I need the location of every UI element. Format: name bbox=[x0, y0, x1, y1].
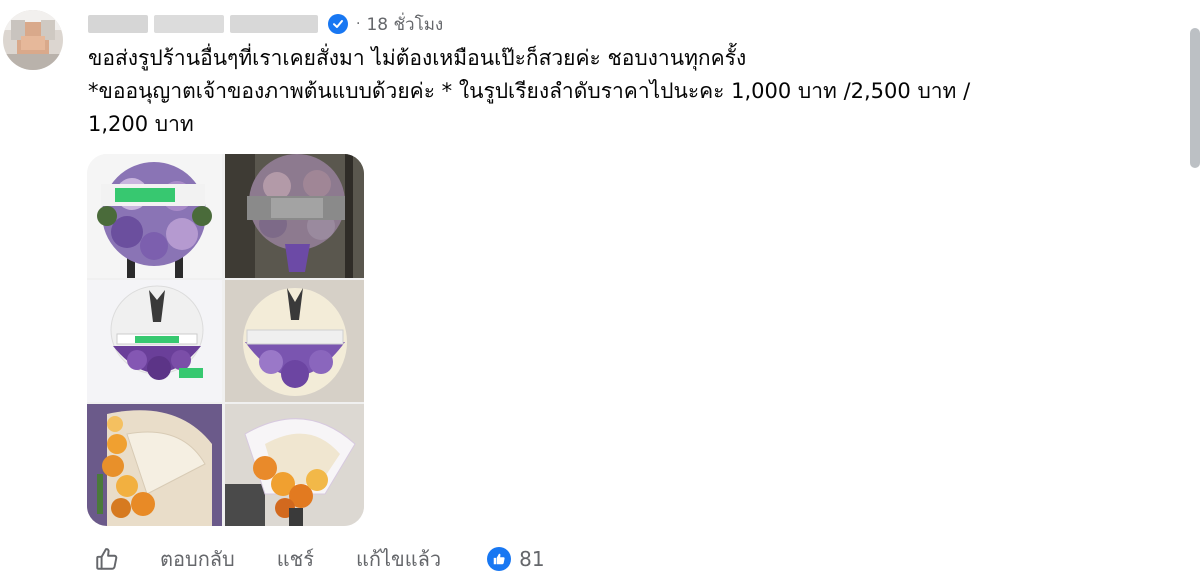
verified-badge-icon bbox=[328, 14, 348, 34]
photo-gallery bbox=[87, 154, 364, 526]
gallery-photo[interactable] bbox=[87, 280, 222, 402]
gallery-photo[interactable] bbox=[225, 280, 364, 402]
thumbs-up-icon[interactable] bbox=[92, 544, 122, 574]
share-button[interactable]: แชร์ bbox=[277, 543, 314, 575]
post-text: ขอส่งรูปร้านอื่นๆที่เราเคยสั่งมา ไม่ต้อง… bbox=[88, 42, 1168, 141]
author-name-redacted[interactable] bbox=[88, 15, 318, 33]
reactions-summary[interactable]: 81 bbox=[487, 547, 545, 571]
separator-dot: · bbox=[356, 16, 361, 32]
gallery-photo[interactable] bbox=[87, 154, 222, 278]
gallery-photo[interactable] bbox=[87, 404, 222, 526]
comment-actions: ตอบกลับ แชร์ แก้ไขแล้ว 81 bbox=[92, 543, 545, 575]
edited-label[interactable]: แก้ไขแล้ว bbox=[356, 543, 441, 575]
post-line: 1,200 บาท bbox=[88, 112, 194, 136]
gallery-photo[interactable] bbox=[225, 154, 364, 278]
post-header: · 18 ชั่วโมง bbox=[88, 10, 443, 38]
post-line: *ขออนุญาตเจ้าของภาพต้นแบบด้วยค่ะ * ในรูป… bbox=[88, 79, 971, 103]
reply-button[interactable]: ตอบกลับ bbox=[160, 543, 235, 575]
post-line: ขอส่งรูปร้านอื่นๆที่เราเคยสั่งมา ไม่ต้อง… bbox=[88, 46, 747, 70]
like-reaction-icon bbox=[487, 547, 512, 571]
avatar[interactable] bbox=[3, 10, 63, 70]
gallery-photo[interactable] bbox=[225, 404, 364, 526]
scrollbar[interactable] bbox=[1190, 28, 1200, 168]
reaction-count: 81 bbox=[519, 547, 545, 571]
post-timestamp[interactable]: 18 ชั่วโมง bbox=[366, 11, 443, 38]
